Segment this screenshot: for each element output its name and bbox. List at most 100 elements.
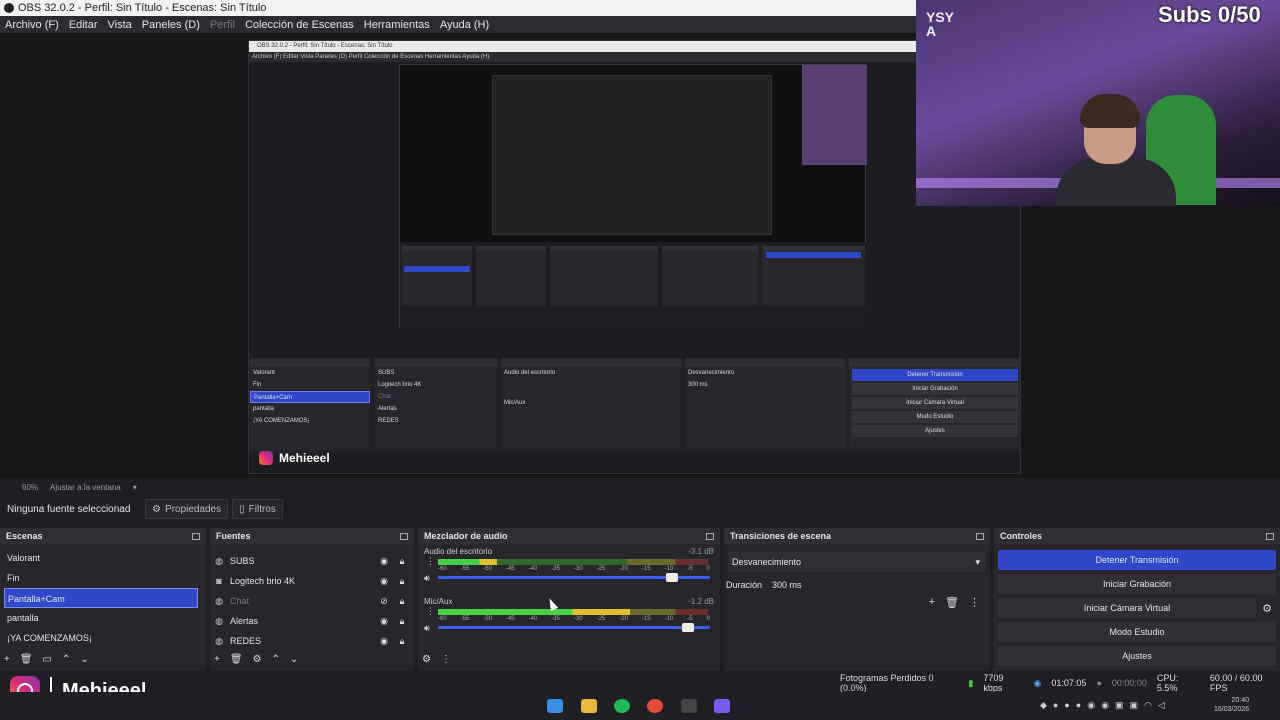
- transition-select[interactable]: Desvanecimiento ▾: [728, 552, 986, 572]
- properties-button[interactable]: ⚙ Propiedades: [145, 499, 229, 519]
- source-item-redes[interactable]: ◍ REDES ◉ 🔒︎: [210, 631, 414, 651]
- signal-icon: ▮: [968, 677, 974, 688]
- stop-stream-button[interactable]: Detener Transmisión: [998, 550, 1276, 570]
- chevron-down-icon[interactable]: ▾: [133, 483, 137, 492]
- source-item-chat[interactable]: ◍ Chat ⊘ 🔒︎: [210, 591, 414, 611]
- more-vertical-icon[interactable]: ⋮: [441, 654, 451, 665]
- tick: -10: [664, 566, 674, 572]
- capture-transition: Desvanecimiento: [688, 370, 735, 376]
- tray-icon[interactable]: ▣: [1115, 700, 1124, 711]
- app-icon[interactable]: [714, 699, 730, 713]
- subs-counter: Subs 0/50: [1158, 2, 1261, 27]
- menu-herramientas[interactable]: Herramientas: [359, 19, 435, 31]
- menu-vista[interactable]: Vista: [103, 19, 137, 31]
- fit-window-label[interactable]: Ajustar a la ventana: [50, 483, 121, 492]
- tray-icon[interactable]: ◉: [1101, 700, 1109, 711]
- source-item-logitech[interactable]: ◙ Logitech brio 4K ◉ 🔒︎: [210, 571, 414, 591]
- undock-icon[interactable]: [706, 532, 714, 540]
- add-icon[interactable]: +: [4, 654, 10, 665]
- chrome-icon[interactable]: [647, 699, 663, 713]
- add-icon[interactable]: +: [929, 596, 935, 609]
- trash-icon[interactable]: 🗑: [230, 654, 243, 665]
- tray-icon[interactable]: ●: [1053, 700, 1058, 711]
- network-icon[interactable]: ◠: [1144, 700, 1152, 711]
- undock-icon[interactable]: [400, 532, 408, 540]
- duration-input[interactable]: 300 ms: [770, 576, 986, 594]
- cpu-usage: CPU: 5.5%: [1156, 673, 1179, 693]
- tick: -5: [687, 616, 693, 622]
- undock-icon[interactable]: [1266, 532, 1274, 540]
- zoom-level[interactable]: 60%: [22, 483, 38, 492]
- tray-icon[interactable]: ●: [1076, 700, 1081, 711]
- source-item-alertas[interactable]: ◍ Alertas ◉ 🔒︎: [210, 611, 414, 631]
- eye-icon[interactable]: ◉: [378, 616, 390, 627]
- scene-item-pantalla[interactable]: pantalla: [0, 608, 206, 628]
- undock-icon[interactable]: [976, 532, 984, 540]
- obs-taskbar-icon[interactable]: [681, 699, 697, 713]
- chevron-down-icon[interactable]: ⌄: [80, 654, 88, 665]
- more-vertical-icon[interactable]: ⋮: [426, 606, 435, 617]
- zoom-bar: 60% Ajustar a la ventana ▾: [0, 481, 1280, 493]
- start-recording-button[interactable]: Iniciar Grabación: [998, 574, 1276, 594]
- scenes-header: Escenas: [0, 528, 206, 544]
- menu-archivo[interactable]: Archivo (F): [0, 19, 64, 31]
- trash-icon[interactable]: 🗑: [20, 654, 33, 665]
- gear-icon[interactable]: ⚙: [253, 654, 262, 665]
- chevron-up-icon[interactable]: ⌃: [62, 654, 70, 665]
- clock[interactable]: 20:40 16/03/2026: [1214, 696, 1249, 714]
- speaker-icon[interactable]: 🔊︎: [424, 623, 430, 634]
- scene-item-ya-comenzamos[interactable]: ¡YA COMENZAMOS¡: [0, 628, 206, 648]
- windows-start-icon[interactable]: [547, 699, 563, 713]
- gear-icon[interactable]: ⚙: [1260, 602, 1274, 615]
- lock-icon[interactable]: 🔒︎: [396, 636, 408, 647]
- capture-scene: Pantalla+Cam: [250, 391, 370, 403]
- filters-button[interactable]: ▯ Filtros: [232, 499, 283, 519]
- volume-slider[interactable]: [438, 623, 710, 632]
- filter-icon[interactable]: ▭: [43, 654, 52, 665]
- start-virtual-cam-button[interactable]: Iniciar Cámara Virtual: [998, 598, 1256, 618]
- slider-handle[interactable]: [665, 573, 678, 582]
- eye-icon[interactable]: ◉: [378, 576, 390, 587]
- menu-coleccion-escenas[interactable]: Colección de Escenas: [240, 19, 359, 31]
- tray-icon[interactable]: ▣: [1129, 700, 1138, 711]
- scene-item-fin[interactable]: Fin: [0, 568, 206, 588]
- undock-icon[interactable]: [192, 532, 200, 540]
- more-vertical-icon[interactable]: ⋮: [969, 596, 980, 609]
- scene-item-valorant[interactable]: Valorant: [0, 548, 206, 568]
- spotify-icon[interactable]: [614, 699, 630, 713]
- tray-icon[interactable]: ◉: [1087, 700, 1095, 711]
- menu-perfil[interactable]: Perfil: [205, 19, 240, 31]
- trash-icon[interactable]: 🗑: [945, 596, 959, 609]
- eye-icon[interactable]: ◉: [378, 636, 390, 647]
- lock-icon[interactable]: 🔒︎: [396, 576, 408, 587]
- studio-mode-button[interactable]: Modo Estudio: [998, 622, 1276, 642]
- source-item-subs[interactable]: ◍ SUBS ◉ 🔒︎: [210, 551, 414, 571]
- lock-icon[interactable]: 🔒︎: [396, 596, 408, 607]
- tray-icon[interactable]: ●: [1064, 700, 1069, 711]
- chevron-down-icon[interactable]: ⌄: [290, 654, 298, 665]
- tray-icon[interactable]: ◆: [1040, 700, 1047, 711]
- lock-icon[interactable]: 🔒︎: [396, 616, 408, 627]
- menu-paneles[interactable]: Paneles (D): [137, 19, 205, 31]
- menu-ayuda[interactable]: Ayuda (H): [435, 19, 494, 31]
- settings-button[interactable]: Ajustes: [998, 646, 1276, 666]
- speaker-icon[interactable]: 🔊︎: [424, 573, 430, 584]
- add-icon[interactable]: +: [214, 654, 220, 665]
- scene-item-pantalla-cam[interactable]: Pantalla+Cam: [4, 588, 198, 608]
- filters-label: Filtros: [248, 503, 276, 515]
- capture-mixer-channel: Mic/Aux: [504, 400, 526, 406]
- more-vertical-icon[interactable]: ⋮: [426, 556, 435, 567]
- menu-editar[interactable]: Editar: [64, 19, 103, 31]
- volume-slider[interactable]: [438, 573, 710, 582]
- webcam-feed: YSY A: [916, 0, 1280, 206]
- source-label: SUBS: [230, 556, 255, 566]
- volume-icon[interactable]: ◁: [1158, 700, 1165, 711]
- slider-handle[interactable]: [682, 623, 695, 632]
- chevron-up-icon[interactable]: ⌃: [272, 654, 280, 665]
- file-explorer-icon[interactable]: [581, 699, 597, 713]
- mixer-settings-icon[interactable]: ⚙: [422, 654, 431, 665]
- eye-hidden-icon[interactable]: ⊘: [378, 596, 390, 607]
- eye-icon[interactable]: ◉: [378, 556, 390, 567]
- capture-recursive-preview: [399, 64, 867, 329]
- lock-icon[interactable]: 🔒︎: [396, 556, 408, 567]
